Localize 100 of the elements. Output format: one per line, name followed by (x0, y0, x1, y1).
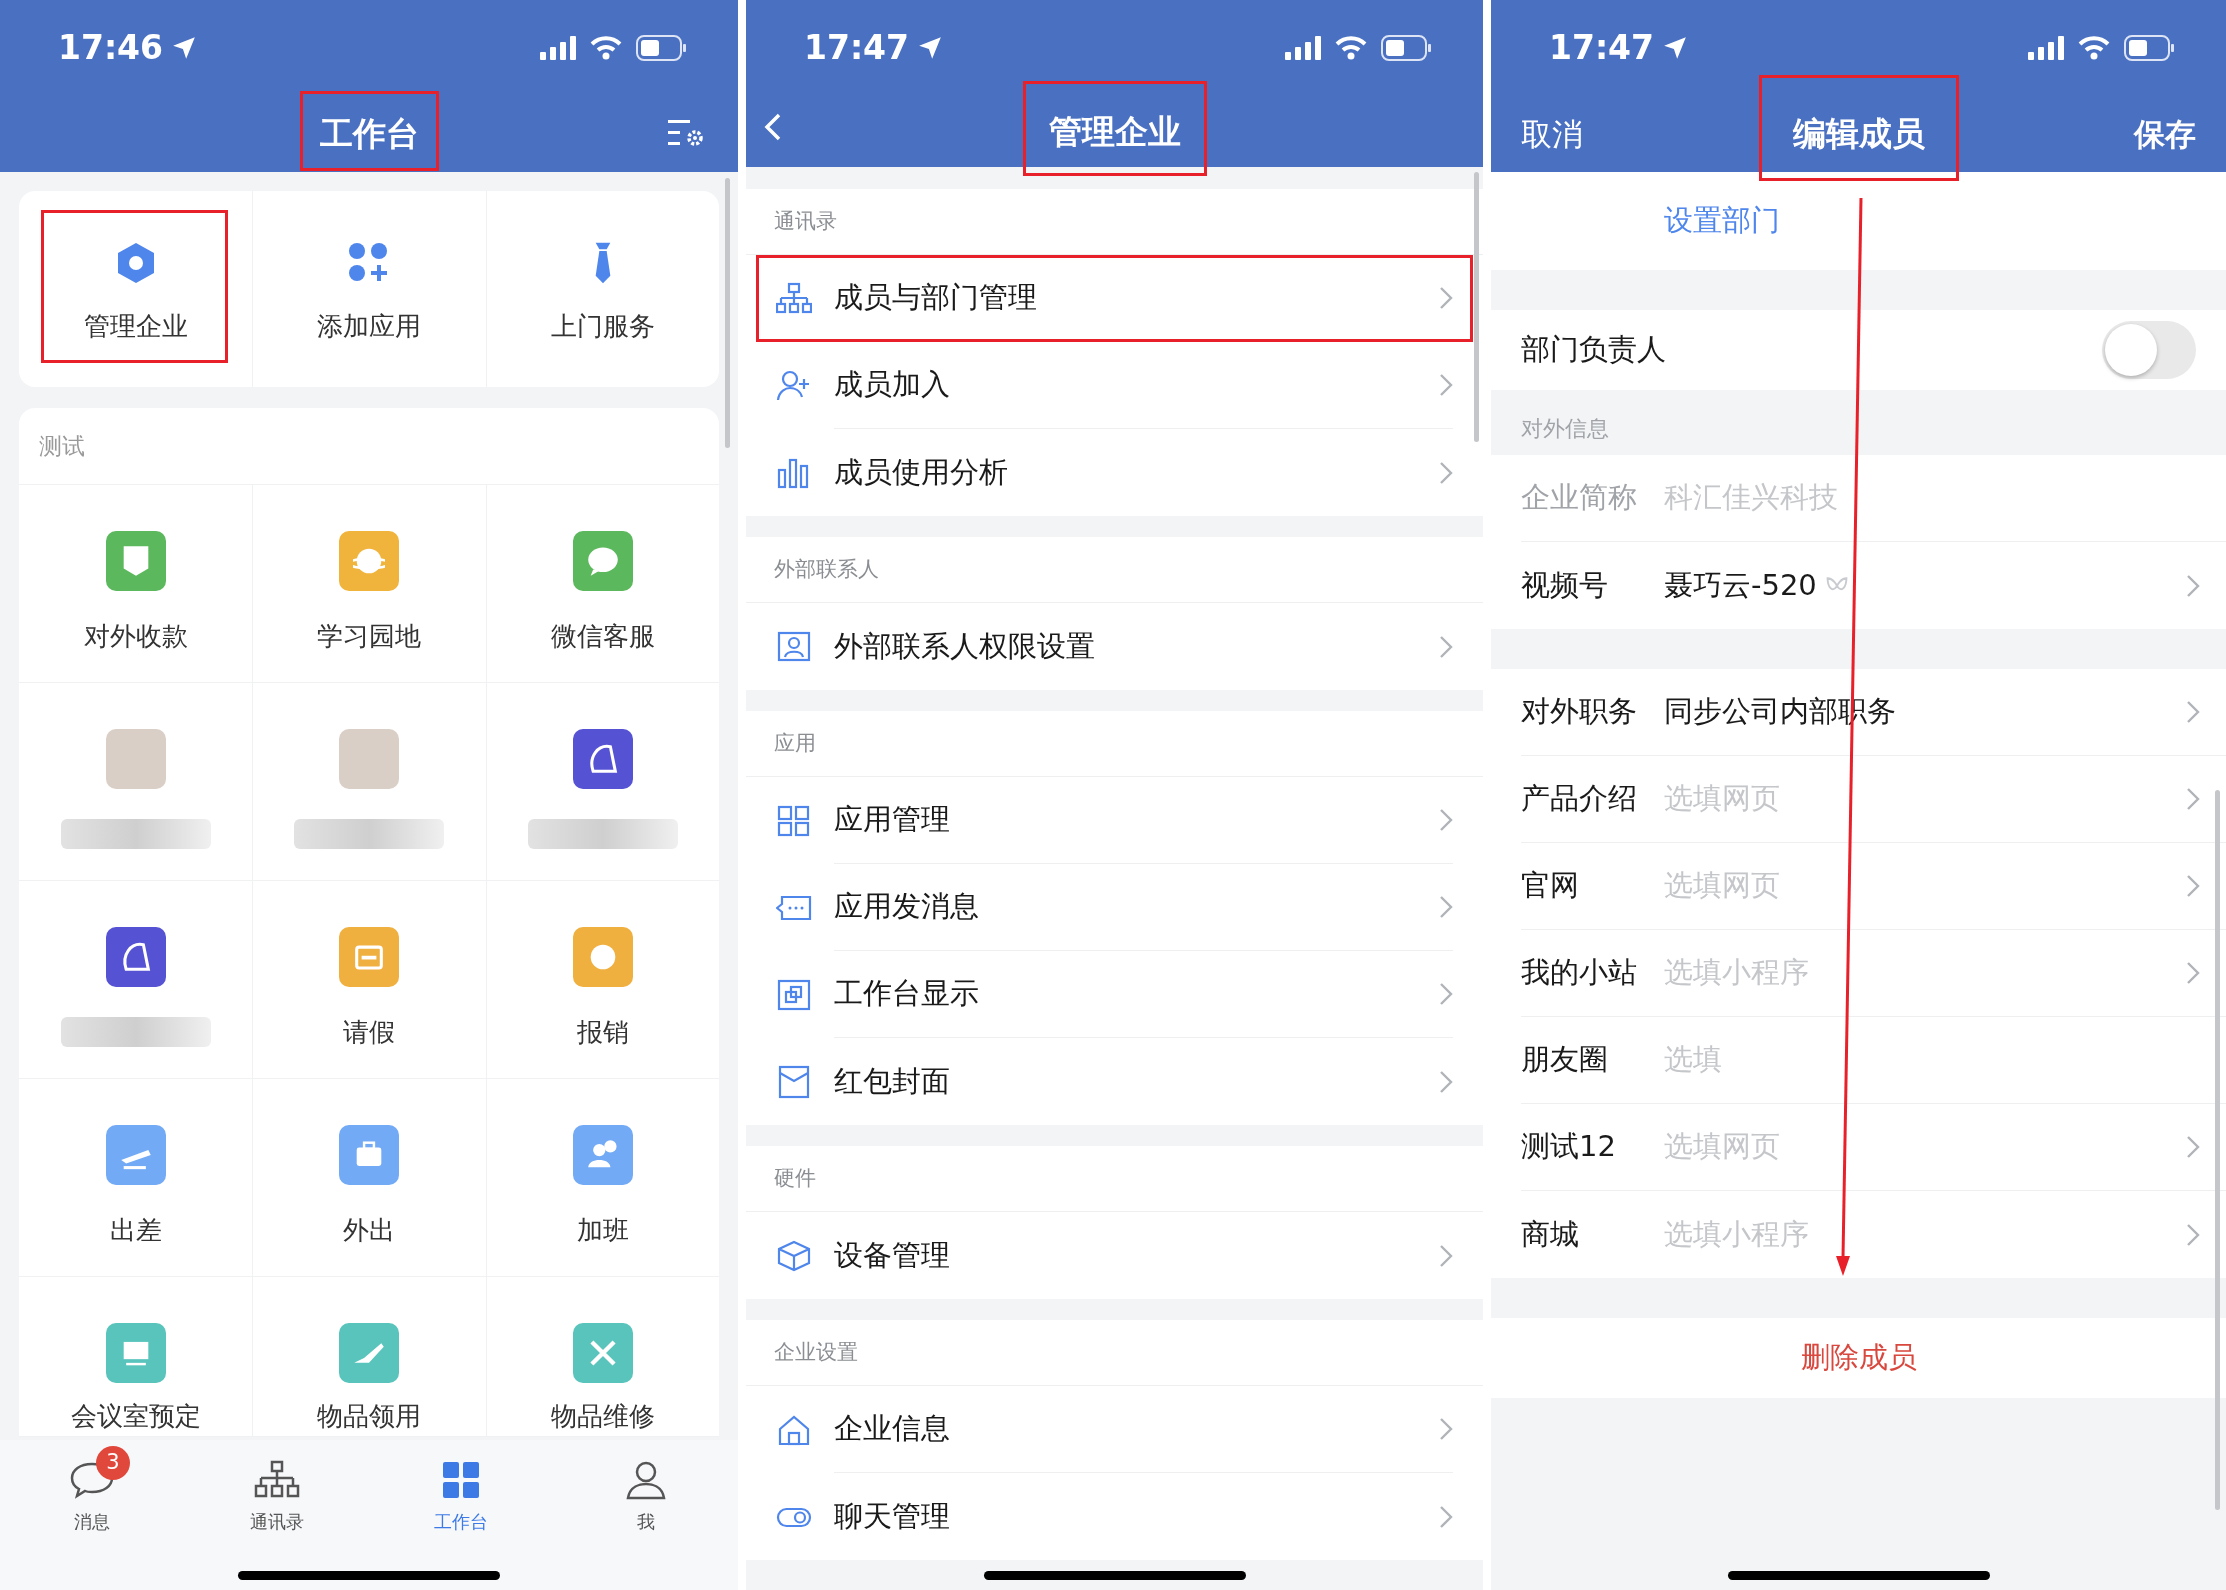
field-placeholder: 选填小程序 (1664, 954, 1809, 992)
app-tile[interactable] (572, 1323, 633, 1383)
screen-title: 管理企业 (1048, 106, 1181, 157)
app-tile[interactable] (339, 1323, 400, 1383)
app-label[interactable]: 学习园地 (317, 621, 422, 651)
app-label[interactable]: 加班 (576, 1215, 629, 1245)
app-label[interactable]: 物品维修 (550, 1401, 655, 1431)
form-row[interactable]: 商城 选填小程序 (1491, 1191, 2226, 1278)
field-label: 测试12 (1521, 1128, 1617, 1166)
signal-icon (1285, 36, 1321, 60)
field-placeholder: 选填网页 (1664, 867, 1780, 905)
row-label: 部门负责人 (1521, 331, 1666, 369)
row-label: 工作台显示 (834, 975, 979, 1013)
chevron-icon (1439, 286, 1453, 310)
location-arrow-icon (917, 35, 944, 61)
screen-title: 编辑成员 (1792, 109, 1925, 159)
app-tile[interactable] (105, 927, 166, 987)
save-button[interactable]: 保存 (2134, 110, 2196, 158)
box-icon (776, 1238, 812, 1273)
battery-icon (1381, 35, 1433, 61)
app-tile[interactable] (339, 1125, 400, 1185)
tab-item[interactable]: 工作台 (369, 1446, 554, 1532)
field-label: 朋友圈 (1521, 1041, 1609, 1079)
app-tile[interactable] (572, 927, 633, 987)
form-row[interactable]: 朋友圈 选填 (1491, 1017, 2226, 1104)
section-header: 对外信息 (1521, 415, 1609, 443)
tab-item[interactable]: 我 (553, 1446, 738, 1532)
form-row[interactable]: 我的小站 选填小程序 (1491, 930, 2226, 1017)
menu-row[interactable]: 工作台显示 (746, 951, 1483, 1038)
app-tile[interactable] (339, 531, 400, 591)
app-tile[interactable] (105, 1125, 166, 1185)
row-label: 成员与部门管理 (834, 279, 1037, 317)
menu-row[interactable]: 企业信息 (746, 1386, 1483, 1473)
menu-row[interactable]: 应用管理 (746, 777, 1483, 864)
delete-member-button[interactable]: 删除成员 (1800, 1336, 1917, 1380)
row-label: 企业信息 (834, 1410, 950, 1448)
row-label: 应用管理 (834, 801, 950, 839)
contact-card-icon (776, 629, 812, 664)
set-department-link[interactable]: 设置部门 (1664, 199, 1780, 243)
field-label: 企业简称 (1521, 479, 1638, 517)
back-icon[interactable] (764, 112, 782, 142)
status-time: 17:47 (1549, 27, 1655, 70)
field-value: 科汇佳兴科技 (1664, 479, 1838, 517)
row-label: 设备管理 (834, 1236, 950, 1274)
row-label: 外部联系人权限设置 (834, 627, 1095, 665)
chevron-icon (1439, 1243, 1453, 1268)
app-tile[interactable] (572, 1125, 633, 1185)
app-tile[interactable] (105, 531, 166, 591)
app-label[interactable]: 对外收款 (83, 621, 188, 651)
app-tile[interactable] (339, 927, 400, 987)
menu-row[interactable]: 成员与部门管理 (746, 255, 1483, 342)
app-label[interactable]: 微信客服 (550, 621, 655, 651)
quick-action[interactable]: 上门服务 (485, 191, 719, 387)
row-label: 红包封面 (834, 1062, 950, 1100)
section-header: 通讯录 (774, 207, 837, 235)
menu-row[interactable]: 成员使用分析 (746, 429, 1483, 516)
field-placeholder: 选填小程序 (1664, 1215, 1809, 1253)
menu-row[interactable]: 成员加入 (746, 342, 1483, 429)
row-label: 成员加入 (834, 366, 950, 404)
field-placeholder: 选填 (1664, 1041, 1722, 1079)
wifi-icon (2078, 36, 2110, 60)
quick-action[interactable]: 管理企业 (19, 191, 253, 387)
settings-icon[interactable] (668, 118, 704, 148)
cancel-button[interactable]: 取消 (1521, 110, 1583, 158)
chevron-icon (1439, 1504, 1453, 1529)
section-header: 硬件 (774, 1164, 816, 1192)
field-placeholder: 选填网页 (1664, 1128, 1780, 1166)
quick-action[interactable]: 添加应用 (252, 191, 486, 387)
app-tile[interactable] (572, 531, 633, 591)
menu-row[interactable]: 聊天管理 (746, 1473, 1483, 1560)
app-tile[interactable] (572, 729, 633, 789)
envelope-icon (776, 1064, 812, 1099)
grid-icon (776, 803, 812, 838)
app-label[interactable]: 出差 (109, 1215, 162, 1245)
form-row[interactable]: 视频号 聂巧云-520 (1491, 542, 2226, 629)
menu-row[interactable]: 外部联系人权限设置 (746, 603, 1483, 690)
form-row[interactable]: 测试12 选填网页 (1491, 1104, 2226, 1191)
field-label: 视频号 (1521, 566, 1609, 604)
tab-item[interactable]: 通讯录 (184, 1446, 369, 1532)
row-label: 聊天管理 (834, 1497, 950, 1535)
menu-row[interactable]: 应用发消息 (746, 864, 1483, 951)
form-row[interactable]: 产品介绍 选填网页 (1491, 756, 2226, 843)
menu-row[interactable]: 红包封面 (746, 1038, 1483, 1125)
app-label[interactable]: 外出 (343, 1215, 396, 1245)
section-header: 企业设置 (774, 1338, 858, 1366)
toggle-switch[interactable] (2102, 321, 2196, 379)
tab-item[interactable]: 消息 3 (0, 1446, 185, 1532)
field-label: 产品介绍 (1521, 780, 1638, 818)
signal-icon (2028, 36, 2064, 60)
app-tile[interactable] (105, 1323, 166, 1383)
menu-row[interactable]: 设备管理 (746, 1212, 1483, 1299)
window-icon (776, 977, 812, 1012)
app-label[interactable]: 物品领用 (317, 1401, 422, 1431)
battery-icon (2124, 35, 2176, 61)
app-label[interactable]: 会议室预定 (70, 1401, 201, 1431)
form-row[interactable]: 官网 选填网页 (1491, 843, 2226, 930)
app-label[interactable]: 报销 (576, 1017, 629, 1047)
app-label[interactable]: 请假 (343, 1017, 396, 1047)
screen-title: 工作台 (319, 109, 419, 159)
section-header: 应用 (774, 729, 816, 757)
